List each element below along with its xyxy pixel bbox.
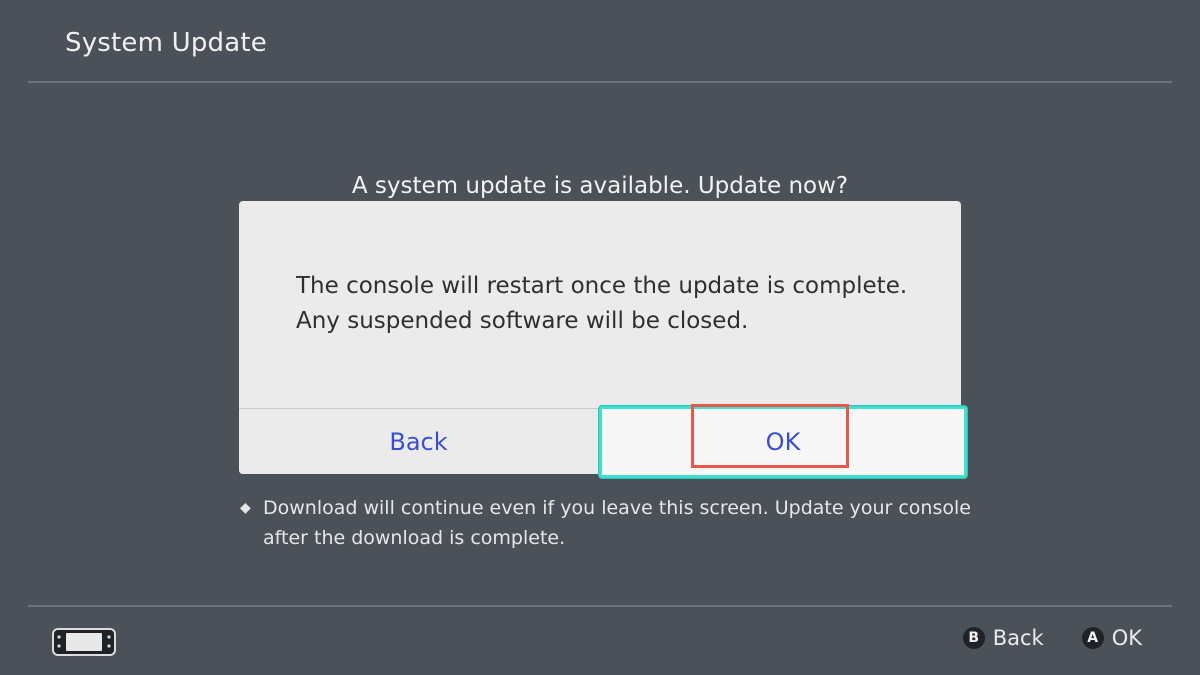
footer-button-hints: B Back A OK	[962, 626, 1142, 650]
hint-back[interactable]: B Back	[962, 626, 1044, 650]
ok-button[interactable]: OK	[599, 406, 967, 478]
dialog-message: The console will restart once the update…	[296, 269, 907, 339]
download-note: ◆ Download will continue even if you leav…	[240, 493, 980, 553]
system-update-screen: System Update A system update is availab…	[0, 0, 1200, 675]
hint-ok[interactable]: A OK	[1081, 626, 1142, 650]
footer-divider	[28, 605, 1172, 607]
b-button-icon: B	[962, 627, 985, 649]
handheld-console-icon	[52, 628, 116, 656]
update-prompt-text: A system update is available. Update now…	[351, 173, 849, 199]
dialog-message-line-1: The console will restart once the update…	[296, 273, 908, 299]
confirm-dialog: The console will restart once the update…	[239, 201, 967, 478]
note-line-1: ◆ Download will continue even if you leav…	[240, 493, 980, 523]
page-title: System Update	[65, 28, 267, 58]
diamond-bullet-icon: ◆	[240, 500, 251, 516]
note-text-2: after the download is complete.	[263, 527, 566, 549]
a-button-icon: A	[1081, 627, 1104, 649]
header-divider	[28, 81, 1172, 83]
hint-back-label: Back	[992, 626, 1044, 650]
note-text-1: Download will continue even if you leave…	[263, 497, 971, 519]
back-button[interactable]: Back	[239, 409, 598, 474]
dialog-message-line-2: Any suspended software will be closed.	[296, 308, 749, 334]
hint-ok-label: OK	[1111, 626, 1142, 650]
